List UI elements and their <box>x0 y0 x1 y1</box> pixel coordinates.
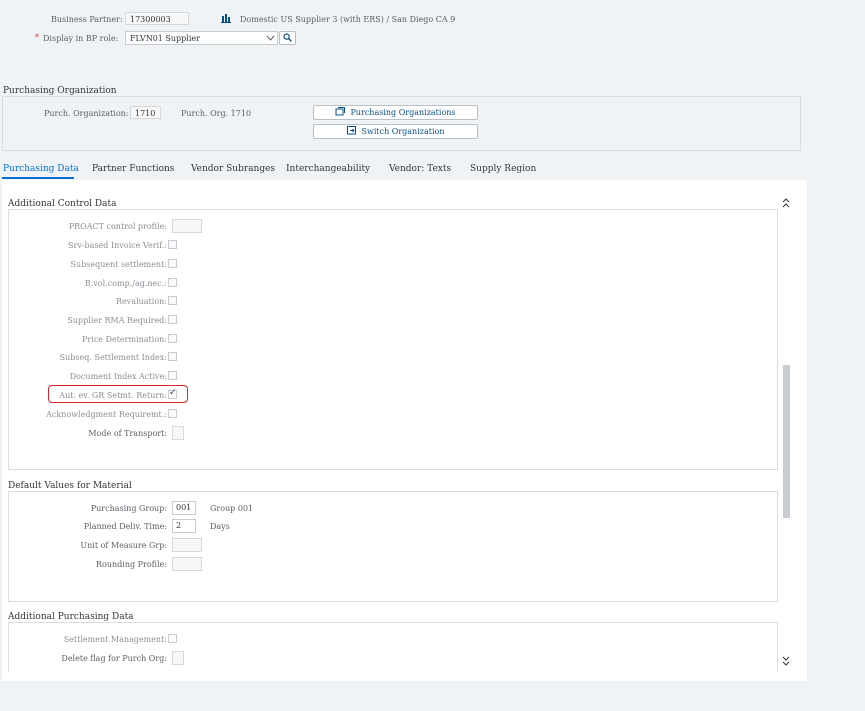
aut-gr-setmt-checkbox[interactable]: ✓ <box>168 388 177 399</box>
purchasing-organizations-label: Purchasing Organizations <box>350 108 456 117</box>
bp-type-icon <box>221 13 231 23</box>
bp-description: Domestic US Supplier 3 (with ERS) / San … <box>240 15 456 24</box>
bp-label: Business Partner: <box>51 15 123 24</box>
check-icon: ✓ <box>169 388 177 398</box>
purch-group-label: Purchasing Group: <box>90 504 167 513</box>
delete-flag-input[interactable] <box>172 651 184 665</box>
switch-organization-button[interactable]: Switch Organization <box>313 124 478 139</box>
acknowledgment-checkbox[interactable] <box>168 409 177 418</box>
document-index-label: Document Index Active: <box>69 372 167 381</box>
price-determination-label: Price Determination: <box>82 335 167 344</box>
supplier-rma-checkbox[interactable] <box>168 315 177 324</box>
control-data-title: Additional Control Data <box>8 199 117 209</box>
tab-partner-functions[interactable]: Partner Functions <box>92 164 174 174</box>
chevron-down-icon[interactable] <box>266 32 275 44</box>
acknowledgment-label: Acknowledgment Requiremt.: <box>46 410 167 419</box>
deliv-time-label: Planned Deliv. Time: <box>83 522 167 531</box>
scroll-down-icon[interactable] <box>781 655 791 667</box>
uom-group-input[interactable] <box>172 538 202 552</box>
settlement-mgmt-checkbox[interactable] <box>168 634 177 643</box>
supplier-rma-label: Supplier RMA Required: <box>67 316 167 325</box>
settlement-index-checkbox[interactable] <box>168 352 177 361</box>
tab-vendor-texts[interactable]: Vendor: Texts <box>389 164 451 174</box>
revaluation-label: Revaluation: <box>116 297 167 306</box>
tab-supply-region[interactable]: Supply Region <box>470 164 536 174</box>
proact-input[interactable] <box>172 219 202 233</box>
tab-active-underline <box>2 177 74 179</box>
delete-flag-label: Delete flag for Purch Org: <box>61 654 167 663</box>
settlement-mgmt-label: Settlement Management: <box>63 635 167 644</box>
rounding-profile-label: Rounding Profile: <box>96 560 167 569</box>
switch-organization-label: Switch Organization <box>361 127 445 136</box>
price-determination-checkbox[interactable] <box>168 334 177 343</box>
deliv-time-unit: Days <box>210 522 230 531</box>
rounding-profile-input[interactable] <box>172 557 202 571</box>
switch-icon <box>346 126 357 137</box>
additional-purchasing-title: Additional Purchasing Data <box>8 612 134 622</box>
tab-vendor-subranges[interactable]: Vendor Subranges <box>191 164 275 174</box>
required-marker: * <box>35 33 39 42</box>
aut-gr-setmt-label: Aut. ev. GR Setmt. Return: <box>59 391 167 400</box>
uom-group-label: Unit of Measure Grp: <box>80 541 167 550</box>
mode-transport-input[interactable] <box>172 426 184 440</box>
material-title: Default Values for Material <box>8 481 132 491</box>
settlement-index-label: Subseq. Settlement Index: <box>59 353 167 362</box>
search-icon <box>283 32 292 44</box>
document-index-checkbox[interactable] <box>168 371 177 380</box>
bvol-comp-checkbox[interactable] <box>168 278 177 287</box>
role-select-value: FLVN01 Supplier <box>130 34 200 43</box>
mode-transport-label: Mode of Transport: <box>88 429 167 438</box>
role-search-button[interactable] <box>279 31 296 45</box>
subsequent-settlement-checkbox[interactable] <box>168 259 177 268</box>
purch-org-desc: Purch. Org. 1710 <box>181 109 252 118</box>
purch-org-field[interactable]: 1710 <box>130 106 161 119</box>
srv-invoice-label: Srv-based Invoice Verif.: <box>68 241 167 250</box>
revaluation-checkbox[interactable] <box>168 296 177 305</box>
tab-purchasing-data[interactable]: Purchasing Data <box>3 164 79 174</box>
org-list-icon <box>335 107 346 118</box>
purch-org-label: Purch. Organization: <box>44 109 129 118</box>
proact-label: PROACT control profile: <box>68 222 167 231</box>
purch-group-input[interactable]: 001 <box>172 501 196 515</box>
scroll-up-icon[interactable] <box>781 197 791 209</box>
subsequent-settlement-label: Subsequent settlement: <box>70 260 167 269</box>
role-label: Display in BP role: <box>43 34 119 43</box>
srv-invoice-checkbox[interactable] <box>168 240 177 249</box>
scrollbar-thumb[interactable] <box>783 365 790 518</box>
role-select[interactable]: FLVN01 Supplier <box>125 31 278 45</box>
purchasing-organizations-button[interactable]: Purchasing Organizations <box>313 105 478 120</box>
tab-interchangeability[interactable]: Interchangeability <box>286 164 370 174</box>
bp-field[interactable]: 17300003 <box>125 12 189 25</box>
deliv-time-input[interactable]: 2 <box>172 519 196 533</box>
purch-org-title: Purchasing Organization <box>3 86 117 96</box>
bvol-comp-label: B.vol.comp./ag.nec.: <box>84 279 167 288</box>
purch-group-desc: Group 001 <box>210 504 254 513</box>
additional-purchasing-panel <box>8 622 778 672</box>
